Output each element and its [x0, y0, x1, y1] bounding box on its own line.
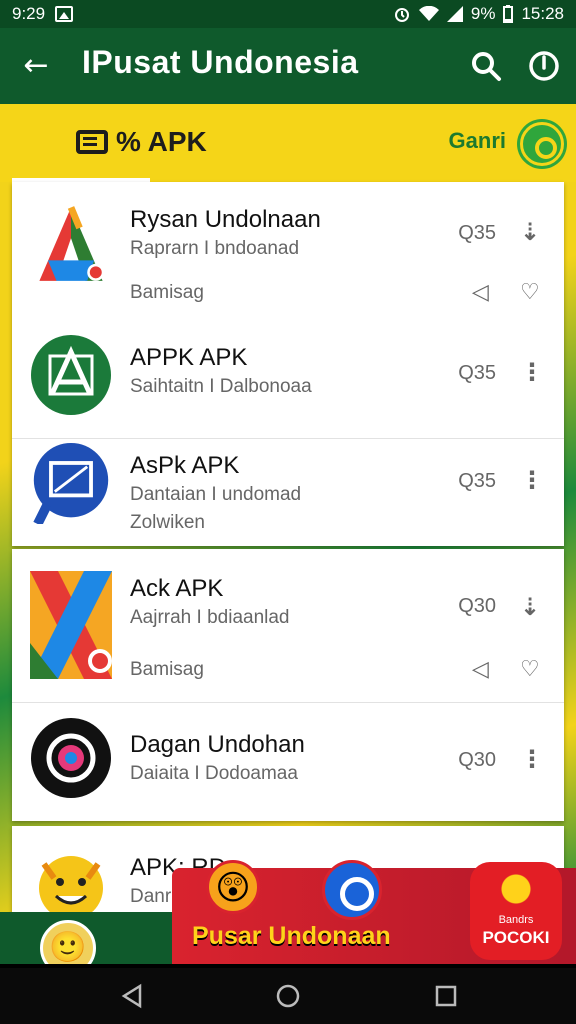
badge-line-2: POCOKI: [482, 928, 550, 947]
tab-apk[interactable]: % APK: [76, 126, 207, 158]
download-icon[interactable]: ⇣: [520, 593, 540, 623]
app-version: Q35: [458, 222, 496, 244]
battery-percent: 9%: [470, 4, 496, 23]
list-item[interactable]: Dagan Undohan Daiaita I Dodoamaa Q30 ⋮: [12, 703, 564, 821]
app-version: Q35: [458, 470, 496, 492]
clock: 15:28: [521, 4, 564, 23]
download-icon[interactable]: ⇣: [520, 218, 540, 248]
system-nav-bar: [0, 968, 576, 1024]
app-version: Q35: [458, 362, 496, 384]
page-title: IPusat Undonesia: [82, 44, 359, 80]
status-time: 9:29: [12, 4, 46, 23]
app-name: Dagan Undohan: [130, 731, 305, 758]
app-name: APPK APK: [130, 344, 248, 371]
colorful-x-logo-icon: [30, 571, 112, 679]
status-bar: 9:29 9% 15:28: [0, 0, 576, 28]
app-subtitle: Saihtaitn I Dalbonoaa: [130, 376, 312, 397]
tab-apk-label: % APK: [116, 126, 207, 157]
app-version: Q30: [458, 749, 496, 771]
signal-icon: [446, 6, 463, 22]
app-card-1: Rysan Undolnaan Raprarn I bndoanad Bamis…: [12, 182, 564, 546]
favorite-icon[interactable]: ♡: [520, 657, 544, 682]
blue-chat-logo-icon: [33, 442, 109, 524]
app-card-2: Ack APK Aajrrah I bdiaanlad Bamisag Q30 …: [12, 549, 564, 821]
app-category: Bamisag: [130, 282, 204, 303]
ganri-button[interactable]: Ganri: [449, 128, 506, 154]
app-category: Bamisag: [130, 659, 204, 680]
gift-icon: [470, 866, 562, 912]
apk-list-icon: [76, 130, 108, 154]
share-icon[interactable]: ◁: [472, 280, 492, 305]
app-subtitle: Raprarn I bndoanad: [130, 238, 300, 259]
tri-color-a-logo-icon: [39, 206, 105, 281]
app-extra: Zolwiken: [130, 512, 205, 533]
app-subtitle: Daiaita I Dodoamaa: [130, 763, 298, 784]
green-circle-a-logo-icon: [31, 335, 111, 415]
back-arrow-icon[interactable]: ←: [16, 46, 56, 86]
app-name: Ack APK: [130, 575, 224, 602]
banner-title: Pusar Undonaan: [192, 922, 391, 950]
bottom-strip: 🙂: [0, 912, 172, 976]
favorite-icon[interactable]: ♡: [520, 280, 544, 305]
chat-bubble-icon[interactable]: [322, 860, 382, 920]
app-subtitle: Aajrrah I bdiaanlad: [130, 607, 290, 628]
app-subtitle: Dantaian I undomad: [130, 484, 302, 505]
alarm-icon: [394, 8, 409, 22]
gallery-notification-icon: [55, 6, 74, 22]
divider: [12, 438, 564, 439]
badge-line-1: Bandrs: [498, 914, 534, 926]
list-item[interactable]: Rysan Undolnaan Raprarn I bndoanad Bamis…: [12, 182, 564, 305]
sub-toolbar: % APK Ganri: [0, 104, 576, 182]
more-options-icon[interactable]: ⋮: [520, 745, 544, 775]
surprised-emoji-icon: 😲: [206, 860, 260, 914]
app-name: AsPk APK: [130, 452, 240, 479]
app-name: Rysan Undolnaan: [130, 206, 321, 233]
app-bar: ← IPusat Undonesia: [0, 28, 576, 104]
battery-icon: [503, 5, 514, 23]
dark-circle-logo-icon: [31, 718, 111, 798]
back-nav-icon[interactable]: [118, 982, 146, 1010]
pocoki-badge[interactable]: Bandrs POCOKI: [470, 862, 562, 960]
search-icon[interactable]: [468, 48, 504, 84]
share-icon[interactable]: ◁: [472, 657, 492, 682]
yellow-emoji-logo-icon: [39, 856, 103, 916]
power-icon[interactable]: [526, 48, 562, 84]
list-item[interactable]: APPK APK Saihtaitn I Dalbonoaa Q35 ⋮: [12, 330, 564, 440]
more-options-icon[interactable]: ⋮: [520, 358, 544, 388]
home-nav-icon[interactable]: [274, 982, 302, 1010]
list-item[interactable]: Ack APK Aajrrah I bdiaanlad Bamisag Q30 …: [12, 549, 564, 701]
ganri-icon[interactable]: [520, 122, 564, 166]
promo-banner[interactable]: 😲 Pusar Undonaan Bandrs POCOKI: [172, 860, 576, 964]
recents-nav-icon[interactable]: [432, 982, 460, 1010]
list-item[interactable]: AsPk APK Dantaian I undomad Zolwiken Q35…: [12, 438, 564, 546]
more-options-icon[interactable]: ⋮: [520, 466, 544, 496]
app-subtitle: Danr: [130, 886, 172, 907]
app-version: Q30: [458, 595, 496, 617]
wifi-icon: [418, 6, 439, 21]
